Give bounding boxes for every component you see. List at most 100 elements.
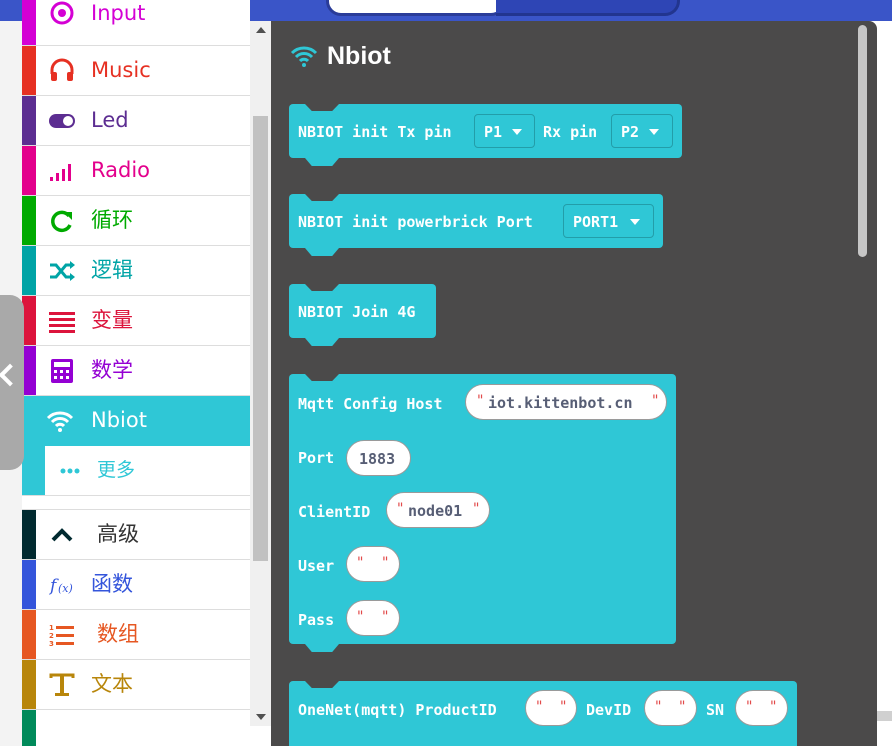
rx-pin-dropdown[interactable]: P2 — [611, 114, 673, 148]
onenet-mqtt-block[interactable]: OneNet(mqtt) ProductID " " DevID " " SN … — [289, 681, 797, 746]
category-led[interactable]: Led — [22, 96, 250, 146]
pass-label: Pass — [298, 611, 335, 629]
category-math[interactable]: 数学 — [22, 346, 250, 396]
host-input[interactable]: " iot.kittenbot.cn " — [465, 384, 667, 420]
category-loops[interactable]: 循环 — [22, 196, 250, 246]
category-label: Radio — [91, 158, 151, 182]
refresh-icon — [51, 210, 72, 233]
dropdown-value: PORT1 — [573, 213, 619, 231]
category-color-bar — [22, 0, 36, 45]
category-label: 数学 — [91, 358, 133, 382]
svg-text:3: 3 — [49, 640, 54, 648]
block-tab — [305, 644, 339, 652]
toolbox-scrollbar[interactable] — [250, 21, 271, 726]
category-advanced[interactable]: 高级 — [22, 510, 250, 560]
quote-open: " — [535, 699, 544, 715]
list-lines-icon — [49, 312, 75, 333]
workspace-edge — [877, 21, 892, 746]
category-color-bar — [22, 510, 36, 559]
blocks-mode-toggle[interactable] — [326, 0, 506, 16]
quote-open: " — [356, 609, 365, 625]
category-color-bar — [22, 96, 36, 145]
wifi-icon — [46, 411, 74, 432]
devid-input[interactable]: " " — [644, 690, 697, 726]
scroll-up-arrow-icon[interactable] — [256, 27, 266, 33]
nbiot-init-block[interactable]: NBIOT init Tx pin P1 Rx pin P2 — [289, 104, 682, 166]
category-label: 数组 — [97, 622, 139, 646]
clientid-value: node01 — [408, 502, 463, 520]
text-icon — [49, 673, 75, 696]
category-color-bar — [22, 560, 36, 609]
category-separator — [22, 496, 250, 510]
mqtt-config-block[interactable]: Mqtt Config Host " iot.kittenbot.cn " Po… — [289, 374, 676, 652]
calculator-icon — [51, 359, 73, 383]
javascript-mode-toggle[interactable] — [496, 0, 680, 16]
quote-open: " — [396, 501, 405, 517]
nbiot-powerbrick-block[interactable]: NBIOT init powerbrick Port PORT1 — [289, 194, 663, 256]
port-number-input[interactable]: 1883 — [346, 440, 411, 476]
dropdown-value: P1 — [484, 123, 503, 141]
collapse-toolbox-button[interactable] — [0, 295, 24, 470]
category-color-bar — [22, 610, 36, 659]
flyout-scrollbar[interactable] — [858, 25, 867, 257]
wifi-icon — [290, 46, 318, 67]
clientid-input[interactable]: " node01 " — [386, 492, 490, 528]
scroll-down-arrow-icon[interactable] — [256, 714, 266, 720]
category-radio[interactable]: Radio — [22, 146, 250, 196]
category-label: Music — [91, 58, 151, 82]
block-label: DevID — [586, 701, 632, 719]
quote-close: " — [381, 555, 390, 571]
category-label: Led — [91, 108, 129, 132]
block-label: NBIOT init Tx pin — [298, 123, 452, 141]
category-input[interactable]: Input — [22, 0, 250, 46]
quote-close: " — [472, 501, 481, 517]
category-music[interactable]: Music — [22, 46, 250, 96]
chevron-left-icon — [0, 363, 22, 387]
block-label: NBIOT Join 4G — [298, 303, 416, 321]
port-dropdown[interactable]: PORT1 — [563, 204, 654, 238]
quote-close: " — [381, 609, 390, 625]
flyout-title-text: Nbiot — [327, 42, 391, 70]
quote-open: " — [654, 699, 663, 715]
block-label: SN — [706, 701, 725, 719]
dropdown-arrow-icon — [512, 129, 522, 135]
category-color-bar — [22, 710, 36, 746]
category-arrays[interactable]: 123 数组 — [22, 610, 250, 660]
toolbox-category-list: Input Music Led Radio 循环 逻辑 变量 数学 Nbiot … — [22, 0, 250, 746]
pass-input[interactable]: " " — [346, 600, 400, 636]
workspace-scrollbar[interactable] — [877, 711, 892, 721]
dropdown-value: P2 — [621, 123, 640, 141]
category-label: 逻辑 — [91, 258, 133, 282]
category-color-bar — [22, 296, 36, 345]
category-text[interactable]: 文本 — [22, 660, 250, 710]
category-color-bar — [22, 246, 36, 295]
user-input[interactable]: " " — [346, 546, 400, 582]
block-label: OneNet(mqtt) ProductID — [298, 701, 497, 719]
numbered-list-icon: 123 — [49, 624, 74, 648]
category-label: 变量 — [91, 308, 133, 332]
category-variables[interactable]: 变量 — [22, 296, 250, 346]
dropdown-arrow-icon — [630, 219, 640, 225]
target-icon — [50, 1, 74, 25]
user-label: User — [298, 557, 335, 575]
productid-input[interactable]: " " — [525, 690, 577, 726]
scrollbar-thumb[interactable] — [253, 116, 268, 561]
port-label: Port — [298, 449, 335, 467]
nbiot-join-block[interactable]: NBIOT Join 4G — [289, 284, 436, 346]
chevron-up-icon — [51, 528, 73, 542]
host-value: iot.kittenbot.cn — [488, 394, 633, 412]
category-nbiot[interactable]: Nbiot — [22, 396, 250, 446]
category-nbiot-more[interactable]: 更多 — [22, 446, 250, 496]
category-label: 循环 — [91, 208, 133, 232]
sn-input[interactable]: " " — [735, 690, 788, 726]
category-partial[interactable] — [22, 710, 250, 746]
tx-pin-dropdown[interactable]: P1 — [474, 114, 535, 148]
category-label: 更多 — [97, 459, 136, 481]
category-label: Input — [91, 1, 146, 25]
category-logic[interactable]: 逻辑 — [22, 246, 250, 296]
block-tab — [305, 158, 339, 166]
block-label: Rx pin — [543, 123, 598, 141]
dropdown-arrow-icon — [649, 129, 659, 135]
block-notch — [305, 284, 339, 291]
category-functions[interactable]: f (x) 函数 — [22, 560, 250, 610]
